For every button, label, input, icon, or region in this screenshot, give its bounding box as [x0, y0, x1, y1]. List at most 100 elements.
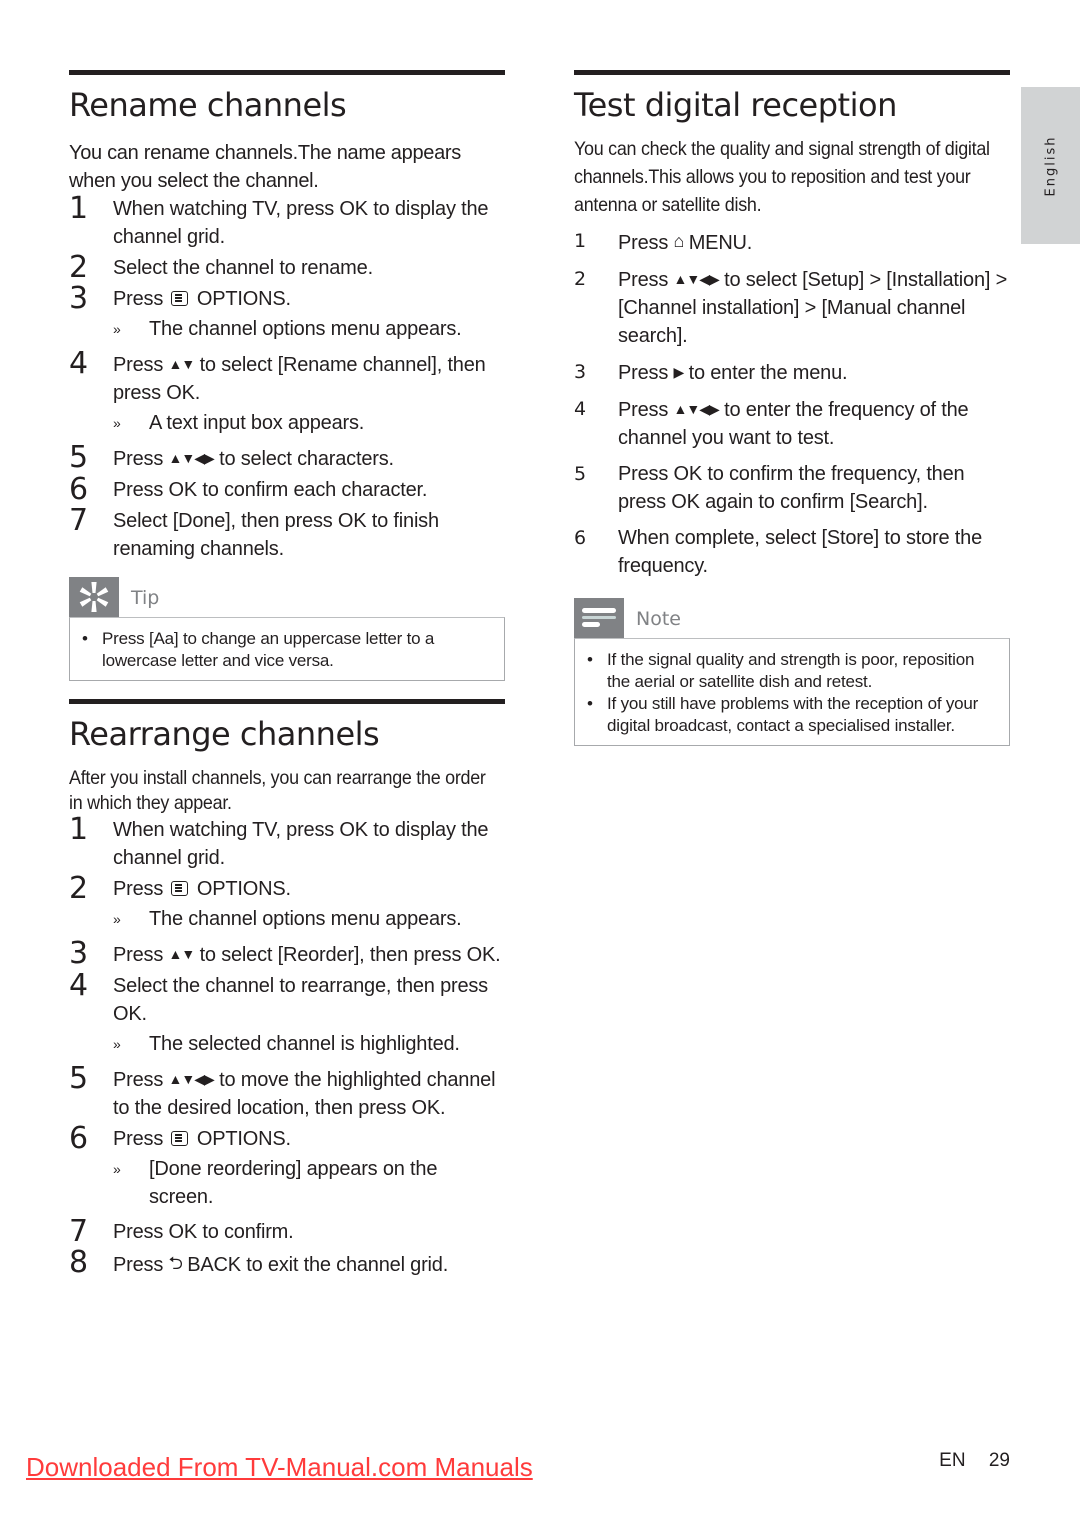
result-marker: »: [113, 911, 121, 927]
step-text: Press OPTIONS.: [113, 1128, 291, 1150]
step-number: 5: [69, 440, 88, 475]
section-rule: [574, 70, 1010, 75]
step-text-pre: Press: [113, 1069, 164, 1091]
note-bullet: If the signal quality and strength is po…: [585, 649, 999, 693]
note-body: If the signal quality and strength is po…: [574, 638, 1010, 746]
step-number: 4: [574, 398, 586, 420]
tip-box: Tip Press [Aa] to change an uppercase le…: [69, 577, 505, 681]
language-tab: English: [1021, 87, 1080, 244]
section-intro: You can rename channels.The name appears…: [69, 142, 461, 192]
step-number: 1: [69, 191, 88, 226]
rename-channels-section: Rename channels You can rename channels.…: [69, 70, 505, 681]
step-text-pre: Press: [113, 448, 164, 470]
step-number: 7: [69, 1214, 88, 1249]
page-number: 29: [988, 1450, 1010, 1471]
step-text-post: BACK to exit the channel grid.: [187, 1254, 449, 1276]
step-text: Press OK to confirm each character.: [113, 479, 428, 501]
step-text-pre: Press: [618, 232, 669, 254]
language-tab-label: English: [1043, 135, 1058, 196]
step-number: 3: [574, 361, 586, 383]
step-item: 5 Press ▲▼◀▶ to move the highlighted chan…: [69, 1061, 505, 1122]
navigation-arrows-icon: ▲▼◀▶: [168, 1071, 214, 1087]
step-text: Press OPTIONS.: [113, 878, 291, 900]
step-item: 1 When watching TV, press OK to display t…: [69, 812, 505, 872]
step-text-pre: Press: [618, 399, 669, 421]
step-text: Press ▲▼ to select [Rename channel], the…: [113, 354, 486, 404]
step-item: 6 Press OK to confirm each character.: [69, 474, 505, 506]
step-item: 3 Press ▲▼ to select [Reorder], then pres…: [69, 936, 505, 971]
step-result-text: The channel options menu appears.: [149, 318, 462, 340]
step-number: 7: [69, 503, 88, 538]
section-intro: You can check the quality and signal str…: [574, 138, 990, 216]
home-icon: ⌂: [673, 231, 684, 251]
section-rule: [69, 699, 505, 704]
step-text-pre: Press: [113, 878, 164, 900]
test-steps-list: 1 Press ⌂ MENU. 2 Press ▲▼◀▶ to select [Set…: [574, 227, 1010, 580]
step-text: Press ⌂ MENU.: [618, 231, 752, 254]
step-text-post: to select [Reorder], then press OK.: [199, 944, 501, 966]
step-item: 7 Press OK to confirm.: [69, 1214, 505, 1249]
step-item: 1 When watching TV, press OK to display t…: [69, 191, 505, 251]
step-result: » [Done reordering] appears on the screen…: [113, 1155, 505, 1211]
download-source-link[interactable]: Downloaded From TV-Manual.com Manuals: [26, 1452, 533, 1483]
step-number: 4: [69, 346, 88, 381]
step-number: 6: [574, 527, 586, 549]
step-number: 2: [69, 871, 88, 906]
rename-steps-list: 1 When watching TV, press OK to display t…: [69, 191, 505, 563]
navigation-arrows-icon: ▲▼: [168, 356, 195, 372]
step-item: 7 Select [Done], then press OK to finish …: [69, 503, 505, 563]
step-text-post: OPTIONS.: [196, 288, 291, 310]
step-number: 1: [69, 812, 88, 847]
step-text: Press ⮌ BACK to exit the channel grid.: [113, 1253, 449, 1276]
step-text-pre: Press: [113, 288, 164, 310]
step-text-post: to enter the frequency of the channel yo…: [618, 399, 969, 449]
result-marker: »: [113, 415, 121, 431]
tip-label: Tip: [131, 587, 160, 609]
step-text: Select [Done], then press OK to finish r…: [113, 510, 439, 560]
step-text: Press OK to confirm the frequency, then …: [618, 463, 965, 513]
step-number: 3: [69, 936, 88, 971]
section-title: Rearrange channels: [69, 715, 380, 753]
step-text: Press ▲▼◀▶ to select [Setup] > [Installa…: [618, 269, 1007, 347]
step-result-text: The selected channel is highlighted.: [149, 1033, 460, 1055]
note-header: Note: [574, 598, 1010, 638]
step-result: » A text input box appears.: [113, 409, 505, 437]
step-item: 8 Press ⮌ BACK to exit the channel grid.: [69, 1245, 505, 1280]
tip-asterisk-icon: [69, 577, 119, 617]
step-item: 3 Press OPTIONS. » The channel options menu…: [69, 283, 505, 343]
navigation-arrows-icon: ▲▼: [168, 946, 195, 962]
step-item: 3 Press ▶ to enter the menu.: [574, 358, 1010, 387]
note-lines-icon: [574, 598, 624, 638]
tip-bullets: Press [Aa] to change an uppercase letter…: [80, 628, 494, 672]
step-number: 8: [69, 1245, 88, 1280]
step-number: 5: [574, 463, 586, 485]
step-text: When complete, select [Store] to store t…: [618, 527, 983, 577]
step-text: When watching TV, press OK to display th…: [113, 819, 489, 869]
step-item: 1 Press ⌂ MENU.: [574, 227, 1010, 257]
step-text-post: OPTIONS.: [196, 878, 291, 900]
section-title: Test digital reception: [574, 86, 897, 124]
tip-header: Tip: [69, 577, 505, 617]
step-text-pre: Press: [618, 269, 669, 291]
step-result-text: The channel options menu appears.: [149, 908, 462, 930]
step-item: 4 Press ▲▼ to select [Rename channel], th…: [69, 346, 505, 437]
step-text: Press OPTIONS.: [113, 288, 291, 310]
step-result: » The channel options menu appears.: [113, 905, 505, 933]
step-number: 4: [69, 968, 88, 1003]
step-text-pre: Press: [113, 1254, 164, 1276]
section-intro: After you install channels, you can rear…: [69, 767, 486, 814]
result-marker: »: [113, 1161, 121, 1177]
rearrange-steps-list: 1 When watching TV, press OK to display t…: [69, 812, 505, 1280]
step-number: 2: [574, 268, 586, 290]
step-number: 5: [69, 1061, 88, 1096]
step-item: 5 Press OK to confirm the frequency, then…: [574, 460, 1010, 516]
step-text-post: to enter the menu.: [688, 362, 848, 384]
left-column: Rename channels You can rename channels.…: [69, 70, 505, 1282]
step-item: 5 Press ▲▼◀▶ to select characters.: [69, 440, 505, 475]
section-rule: [69, 70, 505, 75]
options-icon: [171, 291, 189, 306]
navigation-arrows-icon: ▲▼◀▶: [673, 401, 719, 417]
navigation-arrows-icon: ▲▼◀▶: [168, 450, 214, 466]
step-text: Press ▲▼◀▶ to move the highlighted chann…: [113, 1069, 496, 1119]
step-result: » The selected channel is highlighted.: [113, 1030, 505, 1058]
